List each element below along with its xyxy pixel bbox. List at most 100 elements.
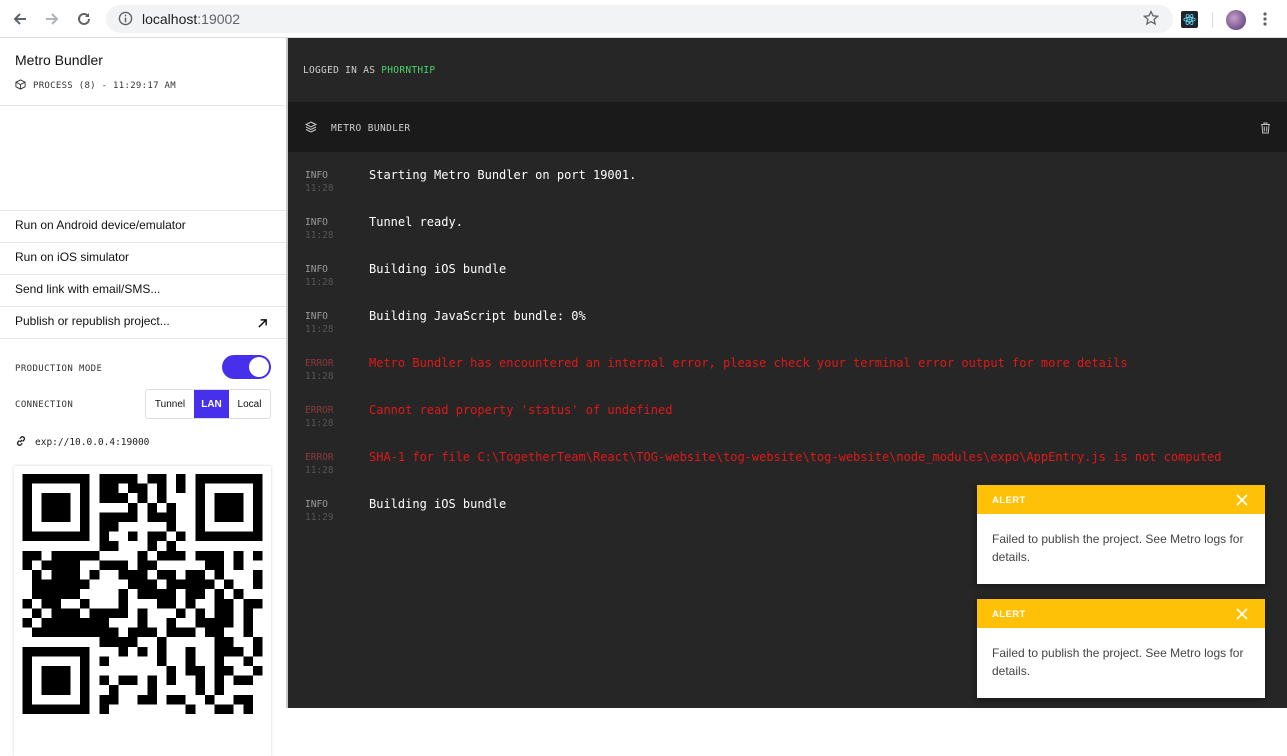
cube-icon: [15, 79, 26, 93]
qr-module: [185, 570, 196, 580]
qr-module: [195, 502, 205, 513]
qr-module: [22, 512, 33, 522]
qr-module: [233, 550, 244, 561]
forward-icon[interactable]: [42, 9, 62, 29]
qr-module: [108, 474, 119, 484]
external-arrow-icon[interactable]: [257, 316, 268, 334]
qr-module: [137, 493, 148, 503]
publish-button[interactable]: Publish or republish project...: [15, 314, 170, 328]
qr-module: [185, 646, 196, 657]
qr-module: [32, 608, 42, 618]
qr-module: [99, 704, 109, 714]
qr-module: [214, 627, 225, 638]
qr-module: [156, 656, 167, 666]
qr-module: [41, 685, 52, 695]
qr-module: [22, 550, 33, 561]
qr-module: [176, 579, 186, 590]
qr-module: [243, 656, 253, 666]
qr-module: [185, 598, 196, 609]
qr-module: [80, 618, 90, 628]
qr-module: [243, 627, 253, 638]
qr-module: [156, 570, 167, 580]
qr-module: [233, 675, 244, 686]
qr-module: [233, 512, 244, 522]
qr-module: [128, 570, 138, 580]
close-icon[interactable]: [1236, 493, 1248, 511]
qr-module: [22, 666, 33, 676]
kebab-menu-icon[interactable]: [1262, 11, 1268, 32]
qr-module: [166, 579, 177, 590]
qr-module: [214, 493, 225, 503]
qr-module: [22, 704, 33, 714]
log-time: 11:28: [305, 418, 334, 429]
qr-module: [195, 570, 205, 580]
qr-module: [70, 704, 81, 714]
logged-in-prefix: LOGGED IN AS: [303, 65, 376, 76]
exp-url[interactable]: exp://10.0.0.4:19000: [15, 435, 149, 450]
qr-module: [252, 666, 263, 676]
qr-module: [99, 493, 109, 503]
sidebar: Metro Bundler PROCESS (8) - 11:29:17 AM …: [0, 38, 286, 756]
qr-module: [156, 474, 167, 484]
qr-module: [41, 675, 52, 686]
connection-tunnel[interactable]: Tunnel: [146, 390, 194, 418]
qr-module: [252, 598, 263, 609]
panel-title: METRO BUNDLER: [331, 123, 411, 134]
qr-module: [252, 550, 263, 561]
qr-module: [214, 598, 225, 609]
qr-module: [32, 704, 42, 714]
qr-module: [51, 531, 61, 542]
qr-module: [195, 589, 205, 599]
qr-module: [156, 550, 167, 561]
qr-module: [22, 493, 33, 503]
connection-lan[interactable]: LAN: [194, 390, 229, 418]
qr-module: [118, 560, 129, 570]
qr-module: [224, 608, 234, 618]
url-host: localhost: [142, 11, 198, 27]
qr-module: [89, 570, 100, 580]
qr-module: [51, 512, 61, 522]
qr-module: [156, 483, 167, 494]
profile-avatar[interactable]: [1226, 10, 1246, 30]
log-message: Tunnel ready.: [369, 215, 463, 229]
logged-in-status: LOGGED IN AS PHORNTHIP: [303, 65, 435, 76]
info-icon[interactable]: [118, 11, 133, 31]
qr-module: [214, 531, 225, 542]
qr-module: [137, 560, 148, 570]
production-mode-toggle[interactable]: [222, 355, 271, 379]
qr-module: [128, 512, 138, 522]
qr-module: [214, 618, 225, 628]
qr-module: [32, 646, 42, 657]
qr-module: [195, 522, 205, 532]
qr-module: [195, 675, 205, 686]
qr-module: [147, 512, 157, 522]
qr-module: [22, 646, 33, 657]
connection-local[interactable]: Local: [229, 390, 270, 418]
qr-module: [60, 493, 71, 503]
close-icon[interactable]: [1236, 607, 1248, 625]
reload-icon[interactable]: [74, 9, 94, 29]
qr-module: [51, 685, 61, 695]
trash-icon[interactable]: [1260, 121, 1271, 139]
address-bar[interactable]: localhost:19002: [106, 5, 1173, 33]
react-devtools-icon[interactable]: [1181, 11, 1198, 28]
browser-toolbar: localhost:19002: [0, 0, 1287, 38]
qr-module: [166, 598, 177, 609]
qr-module: [204, 474, 215, 484]
qr-module: [99, 637, 109, 647]
qr-module: [80, 512, 90, 522]
run-ios-button[interactable]: Run on iOS simulator: [15, 250, 129, 264]
qr-module: [166, 675, 177, 686]
send-link-button[interactable]: Send link with email/SMS...: [15, 282, 160, 296]
qr-module: [22, 694, 33, 705]
qr-module: [60, 531, 71, 542]
qr-module: [41, 589, 52, 599]
qr-module: [128, 474, 138, 484]
back-icon[interactable]: [10, 9, 30, 29]
url-text[interactable]: localhost:19002: [142, 11, 240, 27]
run-android-button[interactable]: Run on Android device/emulator: [15, 218, 186, 232]
qr-module: [176, 531, 186, 542]
bookmark-star-icon[interactable]: [1142, 9, 1160, 31]
qr-module: [214, 550, 225, 561]
log-time: 11:28: [305, 465, 334, 476]
